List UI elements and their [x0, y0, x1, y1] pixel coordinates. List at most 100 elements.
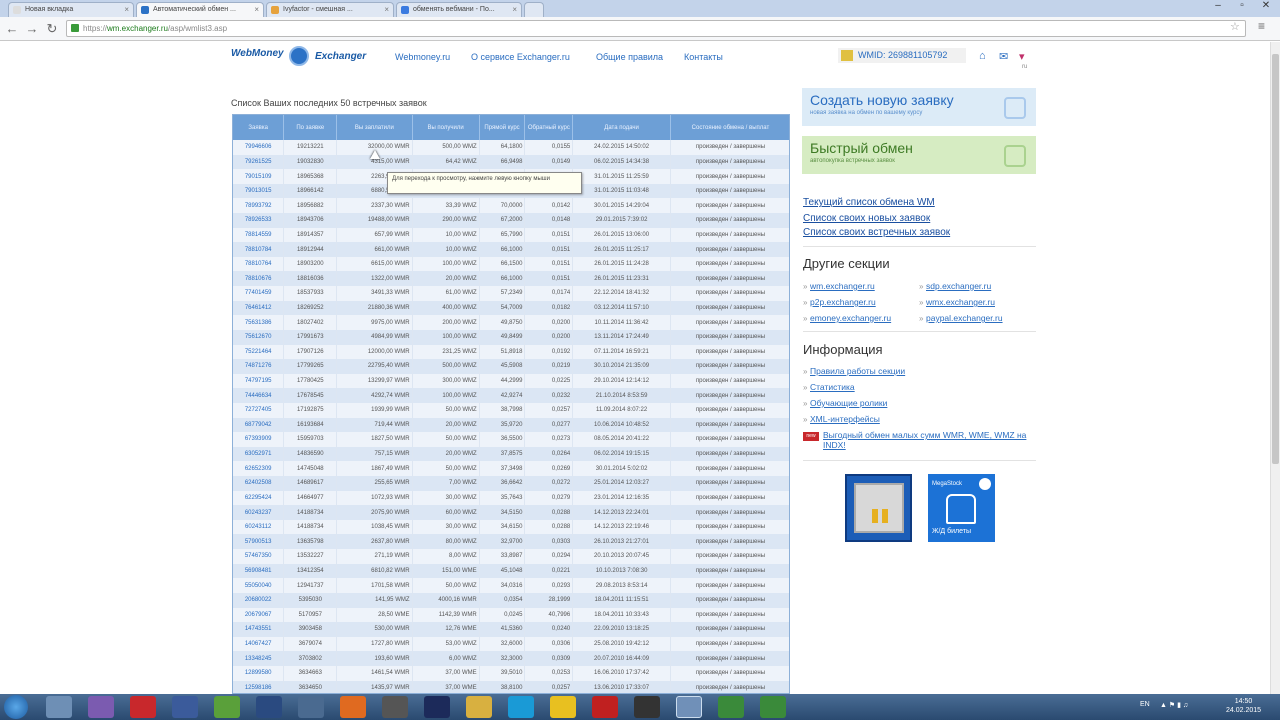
- table-cell[interactable]: 78926533: [233, 213, 285, 228]
- table-cell[interactable]: 77401459: [233, 286, 285, 301]
- table-cell[interactable]: 12899580: [233, 665, 285, 681]
- logo-webmoney[interactable]: WebMoney: [231, 48, 284, 59]
- table-cell[interactable]: 55050040: [233, 578, 285, 593]
- close-icon[interactable]: ×: [512, 5, 517, 14]
- link-paypal-exchanger[interactable]: paypal.exchanger.ru: [926, 313, 1003, 323]
- table-row[interactable]: 55050040 12941737 1701,58 WMR 50,00 WMZ 34,0…: [233, 578, 789, 593]
- table-row[interactable]: 14067427 3679074 1727,80 WMR 53,00 WMZ 32,60…: [233, 636, 789, 652]
- folder-icon[interactable]: [466, 696, 492, 718]
- nav-contacts[interactable]: Контакты: [684, 52, 723, 62]
- nav-webmoney[interactable]: Webmoney.ru: [395, 52, 450, 62]
- start-button[interactable]: [4, 695, 28, 719]
- table-cell[interactable]: 20679067: [233, 607, 285, 623]
- taskbar-app-icon[interactable]: [214, 696, 240, 718]
- scrollbar-thumb[interactable]: [1272, 54, 1279, 464]
- col-header-date[interactable]: Дата подачи: [572, 115, 671, 140]
- close-icon[interactable]: ×: [124, 5, 129, 14]
- table-row[interactable]: 75631386 18027402 9975,00 WMR 200,00 WMZ 49,…: [233, 315, 789, 330]
- viber-icon[interactable]: [88, 696, 114, 718]
- tab-new[interactable]: Новая вкладка ×: [8, 2, 134, 17]
- tab-search[interactable]: обменять вебмани - По... ×: [396, 2, 522, 17]
- col-header-by-bid[interactable]: По заявке: [283, 115, 338, 140]
- table-cell[interactable]: 75612670: [233, 329, 285, 345]
- exchange-banner[interactable]: [845, 474, 912, 542]
- link-wmx-exchanger[interactable]: wmx.exchanger.ru: [926, 297, 995, 307]
- nav-about[interactable]: О сервисе Exchanger.ru: [471, 52, 570, 62]
- col-header-status[interactable]: Состояние обмена / выплат: [670, 115, 789, 140]
- table-row[interactable]: 79946606 19213221 32000,00 WMR 500,00 WMZ 64…: [233, 140, 789, 155]
- table-row[interactable]: 75221464 17907126 12000,00 WMR 231,25 WMZ 51…: [233, 344, 789, 360]
- col-header-reverse-rate[interactable]: Обратный курс: [524, 115, 574, 140]
- menu-icon[interactable]: ≡: [1258, 19, 1265, 33]
- table-cell[interactable]: 79015109: [233, 169, 285, 184]
- table-cell[interactable]: 78810784: [233, 242, 285, 257]
- table-row[interactable]: 76461412 18269252 21880,36 WMR 400,00 WMZ 54…: [233, 300, 789, 316]
- table-row[interactable]: 12598186 3634650 1435,97 WMR 37,00 WME 38,81…: [233, 680, 789, 693]
- table-cell[interactable]: 78810676: [233, 271, 285, 287]
- table-row[interactable]: 20679067 5170957 28,50 WME 1142,39 WMR 0,024…: [233, 607, 789, 623]
- col-header-received[interactable]: Вы получили: [412, 115, 480, 140]
- taskbar-app-icon[interactable]: [46, 696, 72, 718]
- table-cell[interactable]: 79261525: [233, 154, 285, 170]
- back-button[interactable]: ←: [4, 21, 20, 37]
- col-header-bid[interactable]: Заявка: [233, 115, 285, 140]
- table-cell[interactable]: 79946606: [233, 140, 285, 155]
- chrome-icon[interactable]: [676, 696, 702, 718]
- save-icon[interactable]: [172, 696, 198, 718]
- taskbar-app-icon[interactable]: [256, 696, 282, 718]
- table-row[interactable]: 68779042 16193684 719,44 WMR 20,00 WMZ 35,97…: [233, 417, 789, 433]
- table-cell[interactable]: 57900513: [233, 534, 285, 550]
- link-wm-exchanger[interactable]: wm.exchanger.ru: [810, 281, 875, 291]
- table-row[interactable]: 67393909 15959703 1827,50 WMR 50,00 WMZ 36,5…: [233, 432, 789, 447]
- table-cell[interactable]: 13348245: [233, 651, 285, 666]
- col-header-direct-rate[interactable]: Прямой курс: [479, 115, 526, 140]
- table-row[interactable]: 56908481 13412354 6810,82 WMR 151,00 WME 45,…: [233, 563, 789, 579]
- table-cell[interactable]: 74797195: [233, 373, 285, 389]
- table-cell[interactable]: 79013015: [233, 183, 285, 199]
- link-emoney-exchanger[interactable]: emoney.exchanger.ru: [810, 313, 891, 323]
- table-cell[interactable]: 62652309: [233, 461, 285, 477]
- tray-icons[interactable]: ▲ ⚑ ▮ ♫: [1160, 701, 1188, 709]
- table-row[interactable]: 77401459 18537933 3491,33 WMR 61,00 WMZ 57,2…: [233, 286, 789, 301]
- skype-icon[interactable]: [508, 696, 534, 718]
- forward-button[interactable]: →: [24, 21, 40, 37]
- close-window-button[interactable]: ✕: [1254, 0, 1278, 14]
- camtasia-recorder-icon[interactable]: [760, 696, 786, 718]
- table-cell[interactable]: 76461412: [233, 300, 285, 316]
- table-cell[interactable]: 12598186: [233, 680, 285, 693]
- table-cell[interactable]: 78810764: [233, 256, 285, 272]
- language-indicator[interactable]: EN: [1140, 701, 1150, 708]
- table-row[interactable]: 78810784 18912944 661,00 WMR 10,00 WMZ 66,10…: [233, 242, 789, 257]
- table-cell[interactable]: 60243237: [233, 505, 285, 520]
- table-row[interactable]: 74446634 17678545 4292,74 WMR 100,00 WMZ 42,…: [233, 388, 789, 403]
- table-cell[interactable]: 68779042: [233, 417, 285, 433]
- table-cell[interactable]: 14743551: [233, 622, 285, 637]
- clock[interactable]: 14:50 24.02.2015: [1226, 697, 1261, 715]
- table-row[interactable]: 12899580 3634663 1461,54 WMR 37,00 WME 39,50…: [233, 665, 789, 681]
- close-icon[interactable]: ×: [384, 5, 389, 14]
- table-row[interactable]: 62295424 14664977 1072,93 WMR 30,00 WMZ 35,7…: [233, 490, 789, 506]
- wmid-box[interactable]: WMID: 269881105792: [838, 48, 966, 63]
- taskbar-app-icon[interactable]: [634, 696, 660, 718]
- table-cell[interactable]: 62295424: [233, 490, 285, 506]
- table-cell[interactable]: 63052971: [233, 446, 285, 462]
- minimize-button[interactable]: –: [1206, 0, 1230, 14]
- address-bar[interactable]: https://wm.exchanger.ru/asp/wmlist3.asp: [66, 20, 1246, 37]
- language-flag-icon[interactable]: ▾: [1019, 50, 1025, 63]
- table-cell[interactable]: 75631386: [233, 315, 285, 330]
- maximize-button[interactable]: ▫: [1230, 0, 1254, 14]
- camtasia-icon[interactable]: [718, 696, 744, 718]
- table-cell[interactable]: 78993792: [233, 198, 285, 214]
- filezilla-icon[interactable]: [592, 696, 618, 718]
- table-cell[interactable]: 57467350: [233, 549, 285, 564]
- table-row[interactable]: 75612670 17991673 4984,99 WMR 100,00 WMZ 49,…: [233, 329, 789, 345]
- link-my-counter-bids[interactable]: Список своих встречных заявок: [803, 227, 950, 238]
- page-scrollbar[interactable]: [1270, 42, 1280, 694]
- opera-icon[interactable]: [130, 696, 156, 718]
- taskbar-app-icon[interactable]: [550, 696, 576, 718]
- link-p2p-exchanger[interactable]: p2p.exchanger.ru: [810, 297, 876, 307]
- table-row[interactable]: 63052971 14836590 757,15 WMR 20,00 WMZ 37,85…: [233, 446, 789, 462]
- link-rules[interactable]: Правила работы секции: [810, 366, 905, 376]
- tab-ivyfactor[interactable]: Ivyfactor - смешная ... ×: [266, 2, 394, 17]
- table-row[interactable]: 78810764 18903200 6615,00 WMR 100,00 WMZ 66,…: [233, 256, 789, 272]
